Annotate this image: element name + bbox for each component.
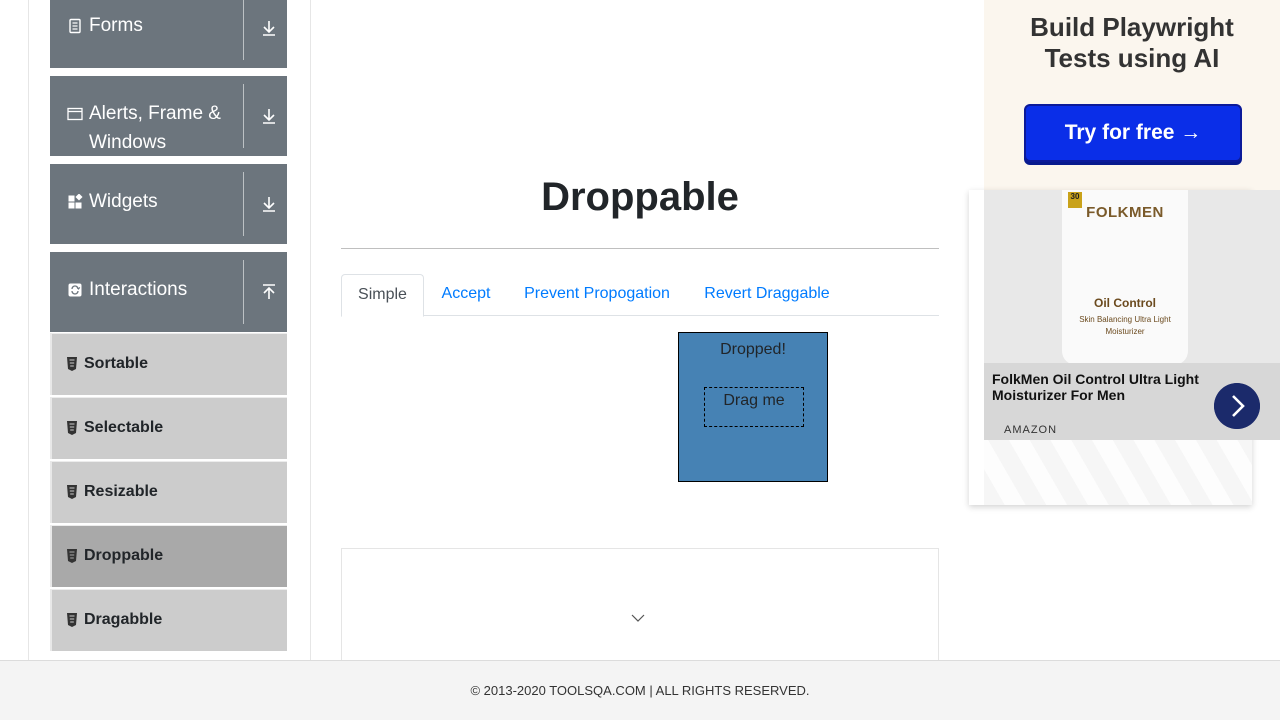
sidebar-item-label: Dragabble [84, 611, 163, 628]
sidebar-item-resizable[interactable]: Resizable [50, 461, 287, 523]
document-icon [69, 18, 81, 34]
sidebar-item-label: Selectable [84, 419, 164, 436]
divider [243, 260, 244, 324]
sidebar-item-label: Droppable [84, 547, 164, 564]
next-arrow-icon[interactable] [1214, 383, 1260, 429]
window-icon [67, 107, 83, 121]
ad-caption[interactable]: FolkMen Oil Control Ultra Light Moisturi… [984, 363, 1280, 440]
html5-icon [67, 549, 77, 563]
sidebar-group-label: Widgets [89, 191, 158, 212]
sidebar-group-interactions[interactable]: Interactions [50, 252, 287, 332]
sidebar-left-border [28, 0, 29, 660]
sidebar-group-label: Forms [89, 15, 143, 36]
footer: © 2013-2020 TOOLSQA.COM | ALL RIGHTS RES… [0, 660, 1280, 720]
html5-icon [67, 421, 77, 435]
ad-source: AMAZON [1004, 424, 1058, 436]
droppable-label: Dropped! [720, 341, 786, 358]
ad-banner-playwright[interactable]: Build Playwright Tests using AI Try for … [984, 0, 1280, 190]
arrow-down-icon[interactable] [259, 194, 279, 214]
product-line2: Skin Balancing Ultra Light Moisturizer [1079, 315, 1171, 336]
sidebar-group-alerts-frame-windows[interactable]: Alerts, Frame & Windows [50, 76, 287, 156]
arrow-down-icon[interactable] [259, 18, 279, 38]
draggable-box[interactable]: Drag me [704, 387, 804, 427]
sidebar-group-label: Interactions [89, 279, 188, 300]
html5-icon [67, 357, 77, 371]
arrow-down-icon[interactable] [259, 106, 279, 126]
sidebar-item-label: Sortable [84, 355, 149, 372]
divider [243, 172, 244, 236]
html5-icon [67, 485, 77, 499]
sidebar-item-dragabble[interactable]: Dragabble [50, 589, 287, 651]
sidebar-item-sortable[interactable]: Sortable [50, 333, 287, 395]
divider [243, 0, 244, 60]
page-title: Droppable [541, 175, 739, 219]
ad-pattern [984, 440, 1252, 505]
tab-bar: Simple Accept Prevent Propogation Revert… [341, 274, 939, 317]
chevron-down-icon[interactable] [630, 612, 646, 624]
try-for-free-button[interactable]: Try for free → [1024, 104, 1242, 162]
tab-revert-draggable[interactable]: Revert Draggable [691, 274, 843, 316]
arrow-up-icon[interactable] [259, 282, 279, 302]
sidebar-item-droppable[interactable]: Droppable [50, 525, 287, 587]
ad-product-title: FolkMen Oil Control Ultra Light Moisturi… [992, 371, 1199, 403]
footer-copyright: © 2013-2020 TOOLSQA.COM | ALL RIGHTS RES… [470, 683, 810, 698]
page: Forms Alerts, Frame & Windows Widgets In… [0, 0, 1280, 720]
refresh-icon [68, 283, 82, 297]
tab-prevent-propogation[interactable]: Prevent Propogation [511, 274, 683, 316]
sidebar-group-widgets[interactable]: Widgets [50, 164, 287, 244]
widgets-icon [68, 194, 83, 209]
tab-simple[interactable]: Simple [341, 274, 424, 317]
product-line1: Oil Control [1094, 296, 1156, 310]
sidebar-group-label-line2: Windows [89, 132, 167, 153]
sidebar-right-border [310, 0, 311, 660]
tab-accept[interactable]: Accept [428, 274, 504, 316]
html5-icon [67, 613, 77, 627]
sidebar-group-forms[interactable]: Forms [50, 0, 287, 68]
title-divider [341, 248, 939, 249]
sidebar-item-selectable[interactable]: Selectable [50, 397, 287, 459]
ad-heading-line2: Tests using AI [1044, 43, 1220, 73]
divider [243, 84, 244, 148]
product-tube-image: 30 FOLKMEN Oil Control Skin Balancing Ul… [1062, 190, 1188, 365]
draggable-label: Drag me [723, 392, 785, 409]
product-brand: FOLKMEN [1086, 204, 1164, 221]
ad-heading-line1: Build Playwright [1030, 12, 1234, 42]
sidebar-item-label: Resizable [84, 483, 158, 500]
sidebar-group-label: Alerts, Frame & [89, 103, 221, 124]
